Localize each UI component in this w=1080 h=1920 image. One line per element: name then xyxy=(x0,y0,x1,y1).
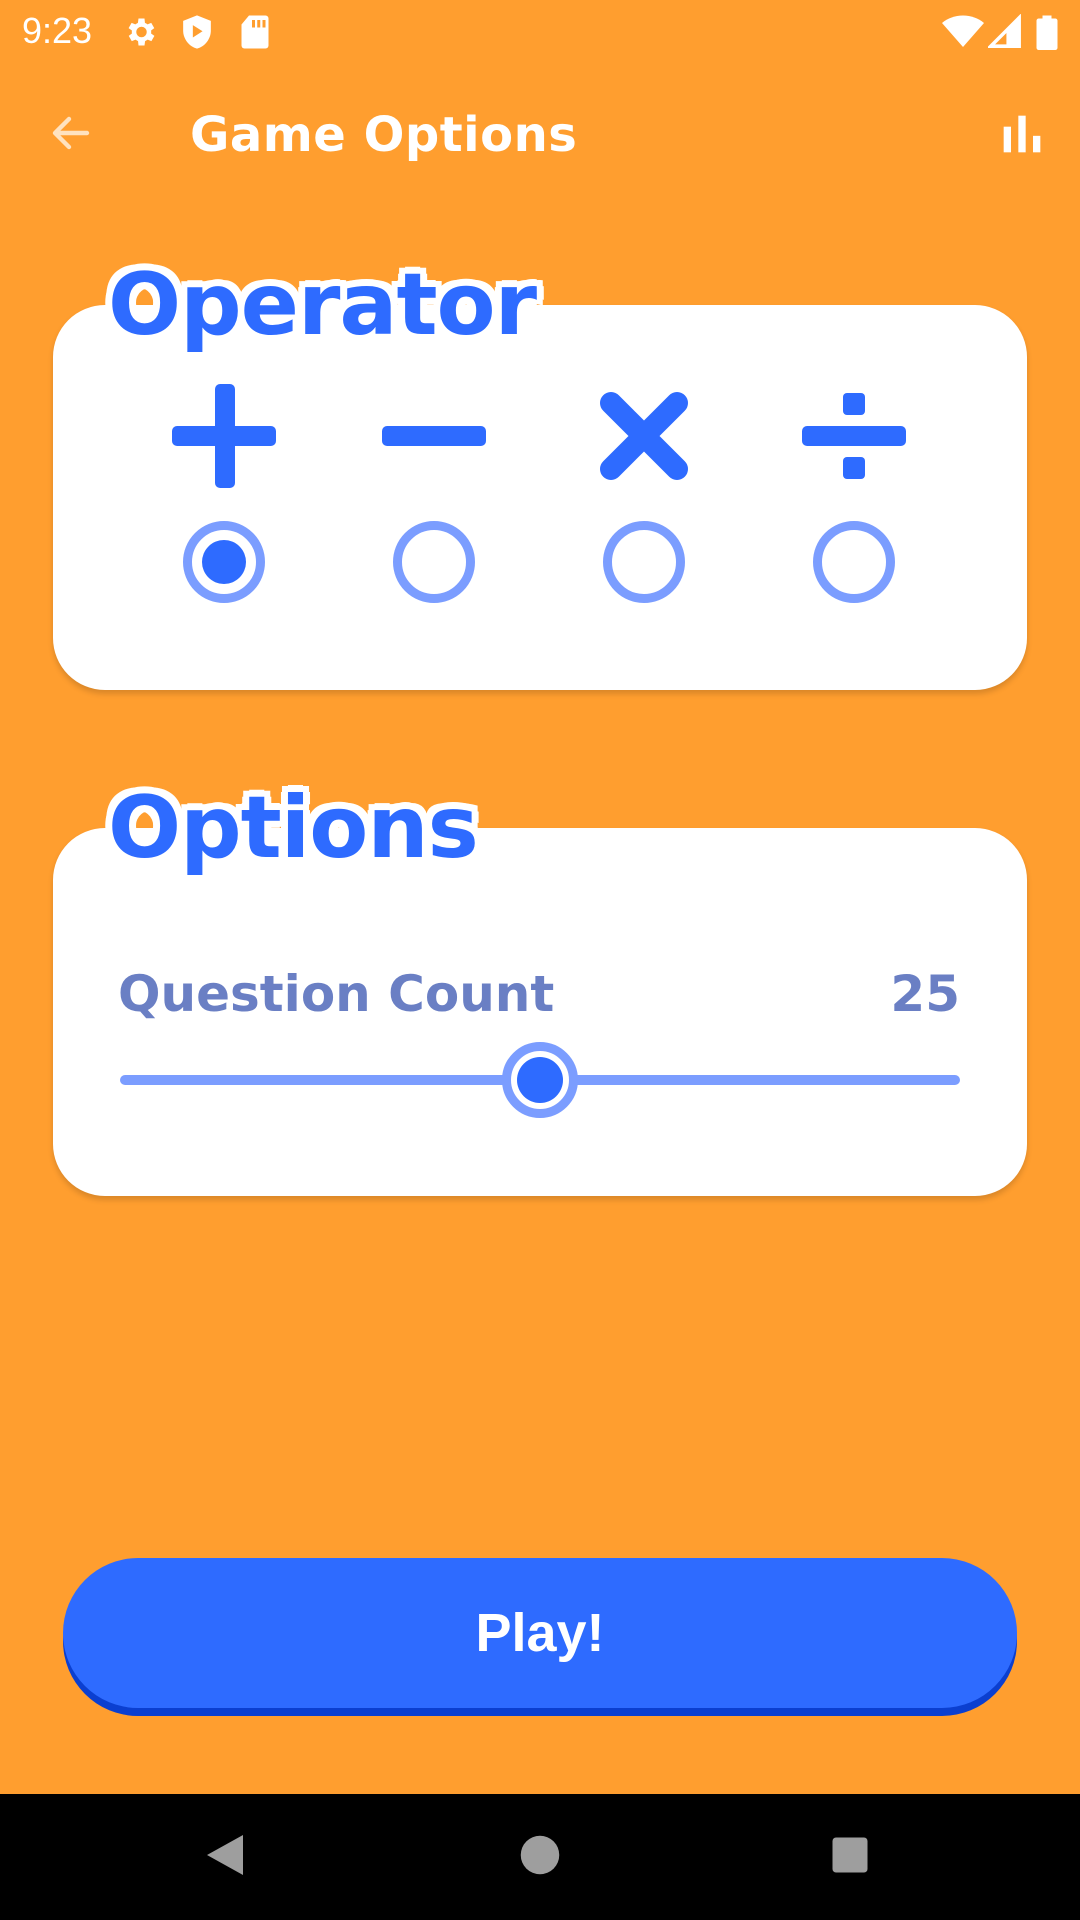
signal-icon xyxy=(986,13,1022,54)
plus-icon xyxy=(169,381,279,491)
status-time: 9:23 xyxy=(22,10,93,51)
wifi-icon xyxy=(942,14,984,54)
minus-radio[interactable] xyxy=(393,521,475,603)
play-button[interactable]: Play! xyxy=(63,1558,1017,1708)
slider-thumb-dot xyxy=(517,1057,563,1103)
plus-radio[interactable] xyxy=(183,521,265,603)
multiply-icon xyxy=(589,381,699,491)
status-bar: 9:23 xyxy=(0,0,1080,64)
shield-play-icon xyxy=(180,14,214,54)
operator-option-plus[interactable] xyxy=(154,381,294,603)
battery-icon xyxy=(1036,14,1058,54)
multiply-radio[interactable] xyxy=(603,521,685,603)
operator-option-minus[interactable] xyxy=(364,381,504,603)
question-count-slider[interactable] xyxy=(120,1042,960,1118)
recents-square-icon xyxy=(829,1834,871,1880)
slider-thumb[interactable] xyxy=(502,1042,578,1118)
game-options-screen: 9:23 Game Options Operator Options Quest… xyxy=(0,0,1080,1920)
operator-option-multiply[interactable] xyxy=(574,381,714,603)
options-section-title: Options xyxy=(108,778,479,878)
minus-icon xyxy=(379,381,489,491)
app-bar: Game Options xyxy=(0,64,1080,204)
navigation-bar xyxy=(0,1794,1080,1920)
radio-selected-dot xyxy=(202,540,246,584)
back-button[interactable] xyxy=(40,104,102,166)
arrow-left-icon xyxy=(47,109,95,161)
home-circle-icon xyxy=(519,1834,561,1880)
back-triangle-icon xyxy=(203,1831,247,1883)
gear-icon xyxy=(122,14,158,54)
question-count-label: Question Count xyxy=(118,965,555,1023)
page-title: Game Options xyxy=(190,107,578,163)
divide-icon xyxy=(799,381,909,491)
sd-card-icon xyxy=(240,14,270,54)
bar-chart-icon xyxy=(1000,112,1044,160)
nav-back-button[interactable] xyxy=(195,1827,255,1887)
question-count-value: 25 xyxy=(890,965,960,1023)
divide-radio[interactable] xyxy=(813,521,895,603)
stats-button[interactable] xyxy=(994,108,1050,164)
operator-section-title: Operator xyxy=(108,255,537,355)
nav-recents-button[interactable] xyxy=(820,1827,880,1887)
nav-home-button[interactable] xyxy=(510,1827,570,1887)
operator-option-divide[interactable] xyxy=(784,381,924,603)
